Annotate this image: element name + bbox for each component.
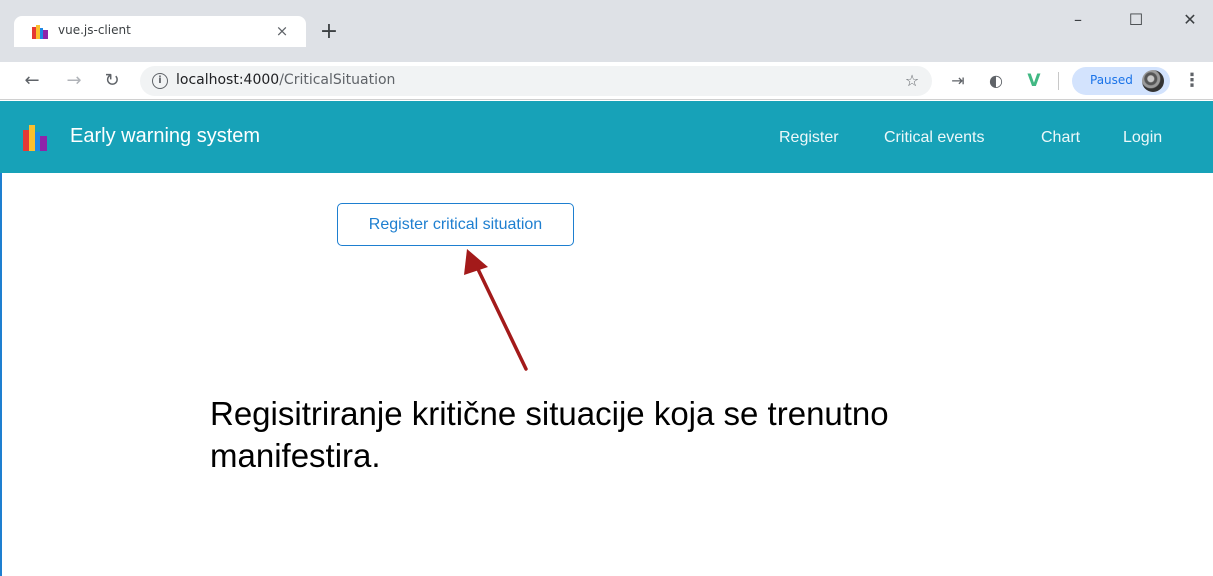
browser-tab-strip: vue.js-client × + – ☐ ✕ <box>0 0 1213 62</box>
tab-close-icon[interactable]: × <box>272 21 292 41</box>
nav-link-login[interactable]: Login <box>1123 129 1162 147</box>
books-favicon-icon <box>32 25 48 39</box>
nav-link-register[interactable]: Register <box>779 129 839 147</box>
app-navbar: Early warning system Register Critical e… <box>0 101 1213 173</box>
register-critical-situation-button[interactable]: Register critical situation <box>337 203 574 246</box>
star-icon[interactable]: ☆ <box>900 68 924 94</box>
tab-title: vue.js-client <box>58 23 131 37</box>
toolbar-separator <box>1058 72 1059 90</box>
maximize-button[interactable]: ☐ <box>1116 8 1156 34</box>
profile-button[interactable]: Paused <box>1072 67 1170 95</box>
extension-circle-icon[interactable]: ◐ <box>984 68 1008 94</box>
profile-avatar-icon <box>1142 70 1164 92</box>
annotation-arrow <box>464 249 528 371</box>
brand-title[interactable]: Early warning system <box>70 125 260 148</box>
url-text[interactable]: localhost:4000/CriticalSituation <box>176 72 395 88</box>
annotation-line-1: Regisitriranje kritične situacije koja s… <box>210 395 889 432</box>
books-logo-icon <box>23 125 47 151</box>
forward-arrow-icon[interactable]: → <box>62 69 86 93</box>
minimize-button[interactable]: – <box>1058 8 1098 34</box>
vue-devtools-icon[interactable]: V <box>1022 68 1046 94</box>
browser-toolbar: ← → ↻ i localhost:4000/CriticalSituation… <box>0 62 1213 100</box>
page-content: Register critical situation Regisitriran… <box>0 173 1213 576</box>
new-tab-button[interactable]: + <box>318 21 340 44</box>
nav-link-chart[interactable]: Chart <box>1041 129 1080 147</box>
left-border-line <box>0 173 2 576</box>
profile-status: Paused <box>1090 73 1133 87</box>
more-menu-icon[interactable]: ⋮ <box>1182 68 1202 94</box>
back-arrow-icon[interactable]: ← <box>20 69 44 93</box>
info-icon[interactable]: i <box>152 73 168 89</box>
address-bar[interactable]: i localhost:4000/CriticalSituation <box>140 66 932 96</box>
reload-icon[interactable]: ↻ <box>100 69 124 93</box>
close-window-button[interactable]: ✕ <box>1170 8 1210 34</box>
url-path: /CriticalSituation <box>279 72 396 88</box>
extension-arrow-icon[interactable]: ⇥ <box>946 68 970 94</box>
url-host: localhost:4000 <box>176 72 280 88</box>
browser-tab[interactable]: vue.js-client × <box>14 16 306 47</box>
annotation-text: Regisitriranje kritične situacije koja s… <box>210 393 1030 477</box>
annotation-line-2: manifestira. <box>210 437 381 474</box>
nav-link-critical-events[interactable]: Critical events <box>884 129 984 147</box>
